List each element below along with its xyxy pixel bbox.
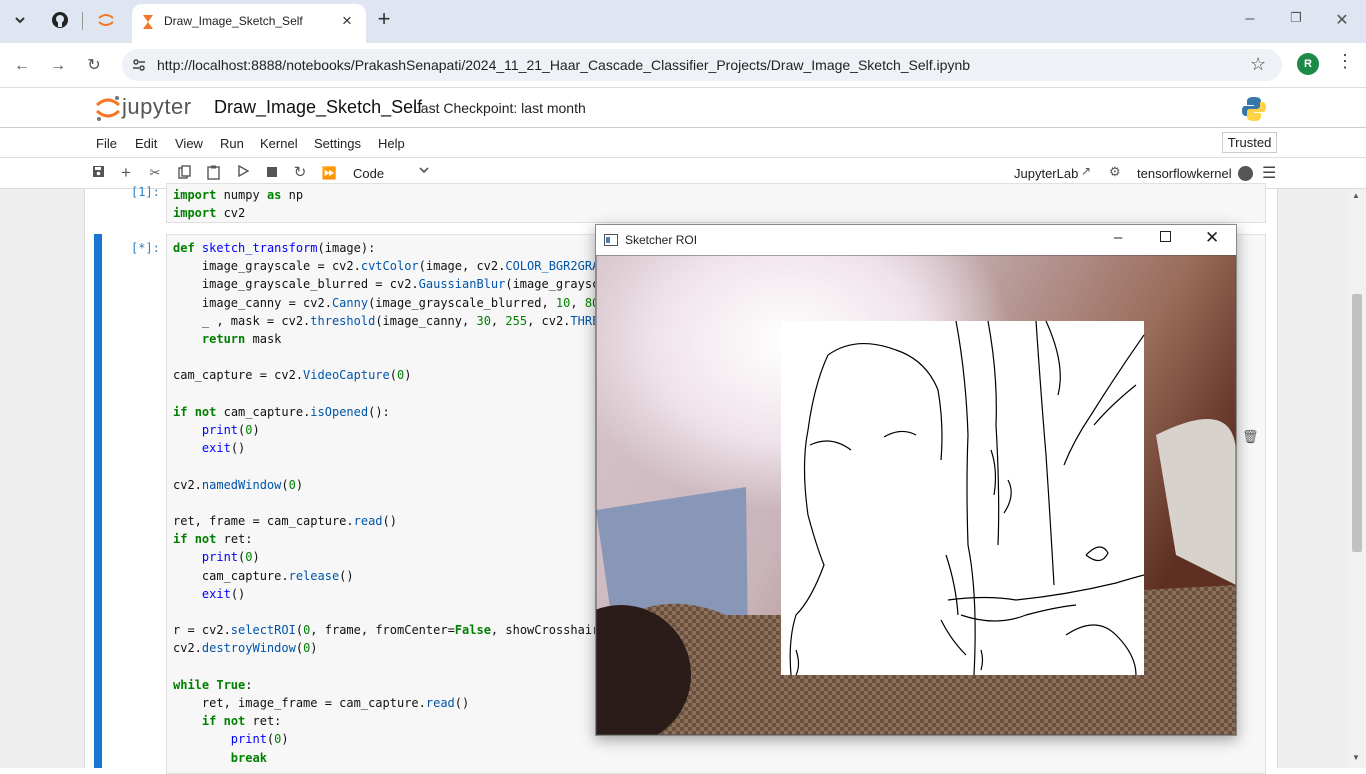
- github-pinned-tab[interactable]: [46, 6, 74, 34]
- notebook-title[interactable]: Draw_Image_Sketch_Self: [214, 97, 422, 118]
- menu-icon[interactable]: ☰: [1262, 163, 1276, 183]
- cell-prompt: [1]:: [131, 185, 160, 199]
- copy-icon[interactable]: [176, 165, 192, 181]
- chevron-down-icon[interactable]: [418, 164, 430, 179]
- add-cell-icon[interactable]: +: [118, 164, 134, 181]
- bug-icon[interactable]: ⚙: [1109, 164, 1121, 180]
- opencv-titlebar[interactable]: Sketcher ROI – ✕: [596, 225, 1236, 255]
- menu-settings[interactable]: Settings: [314, 136, 361, 151]
- browser-tab-strip: Draw_Image_Sketch_Self × + – ❐ ✕: [0, 0, 1366, 44]
- code-text: import numpy as np import cv2: [167, 184, 1265, 222]
- cv-maximize-button[interactable]: [1160, 231, 1171, 242]
- code-cell-1[interactable]: [1]: import numpy as np import cv2: [85, 183, 1279, 225]
- cv-minimize-button[interactable]: –: [1114, 229, 1122, 246]
- restore-window-button[interactable]: ❐: [1286, 10, 1306, 26]
- opencv-window-title: Sketcher ROI: [625, 233, 698, 247]
- forward-button[interactable]: →: [45, 53, 71, 79]
- minimize-window-button[interactable]: –: [1240, 10, 1260, 28]
- site-info-icon: [133, 59, 145, 71]
- menu-view[interactable]: View: [175, 136, 203, 151]
- tab-separator: [82, 12, 83, 30]
- tab-title: Draw_Image_Sketch_Self: [164, 14, 303, 28]
- jupyter-logo-text[interactable]: jupyter: [122, 94, 192, 120]
- page-scrollbar[interactable]: ▲ ▼: [1348, 189, 1366, 768]
- hourglass-icon: [143, 15, 153, 29]
- menu-bar: File Edit View Run Kernel Settings Help …: [0, 129, 1366, 158]
- address-bar-row: ← → ↻ http://localhost:8888/notebooks/Pr…: [0, 43, 1366, 88]
- tab-search-button[interactable]: [6, 6, 34, 34]
- save-icon[interactable]: [90, 165, 106, 181]
- active-tab[interactable]: Draw_Image_Sketch_Self ×: [132, 4, 366, 44]
- menu-file[interactable]: File: [96, 136, 117, 151]
- jupyter-icon: [98, 14, 114, 26]
- close-window-button[interactable]: ✕: [1332, 10, 1352, 30]
- external-link-icon: ↗: [1081, 164, 1092, 178]
- restart-icon[interactable]: ↻: [292, 165, 308, 181]
- reload-button[interactable]: ↻: [81, 53, 107, 79]
- webcam-frame-image: [596, 255, 1236, 735]
- chevron-down-icon: [15, 17, 25, 24]
- opencv-window[interactable]: Sketcher ROI – ✕: [595, 224, 1237, 736]
- cut-icon[interactable]: ✂: [147, 165, 163, 181]
- paste-icon[interactable]: [205, 165, 221, 181]
- cell-prompt: [*]:: [131, 241, 160, 255]
- kernel-name[interactable]: tensorflowkernel: [1137, 166, 1232, 181]
- browser-menu-button[interactable]: ⋮: [1336, 51, 1354, 72]
- trusted-indicator[interactable]: Trusted: [1222, 132, 1277, 153]
- cell-type-select[interactable]: Code: [353, 166, 384, 181]
- stop-icon[interactable]: [264, 165, 280, 181]
- jupyterlab-link[interactable]: JupyterLab: [1014, 166, 1078, 181]
- jupyter-logo-icon: [95, 96, 121, 121]
- github-icon: [52, 12, 68, 28]
- url-bar[interactable]: http://localhost:8888/notebooks/PrakashS…: [122, 49, 1282, 81]
- window-icon: [604, 234, 618, 246]
- checkpoint-status: Last Checkpoint: last month: [413, 100, 586, 116]
- cell-editor[interactable]: import numpy as np import cv2: [166, 183, 1266, 223]
- run-icon[interactable]: [235, 164, 251, 181]
- code-line: import numpy as np: [173, 188, 304, 202]
- star-icon[interactable]: ☆: [1250, 54, 1266, 75]
- avatar[interactable]: R: [1297, 53, 1319, 75]
- scroll-down-icon[interactable]: ▼: [1352, 753, 1360, 762]
- cv-close-button[interactable]: ✕: [1205, 228, 1219, 248]
- trash-icon[interactable]: 🗑: [1242, 429, 1259, 445]
- code-line: break: [230, 750, 267, 765]
- menu-edit[interactable]: Edit: [135, 136, 157, 151]
- jupyter-header: jupyter Draw_Image_Sketch_Self Last Chec…: [0, 88, 1366, 128]
- scrollbar-thumb[interactable]: [1352, 294, 1362, 552]
- new-tab-button[interactable]: +: [372, 8, 396, 32]
- code-line: import cv2: [173, 206, 246, 221]
- python-logo-icon: [1242, 97, 1266, 121]
- scroll-up-icon[interactable]: ▲: [1352, 191, 1360, 200]
- fast-forward-icon[interactable]: ⏩: [321, 165, 337, 181]
- kernel-status-icon: [1238, 166, 1253, 181]
- menu-run[interactable]: Run: [220, 136, 244, 151]
- url-text: http://localhost:8888/notebooks/PrakashS…: [157, 57, 971, 73]
- menu-kernel[interactable]: Kernel: [260, 136, 298, 151]
- sketch-roi-area: [781, 321, 1144, 675]
- back-button[interactable]: ←: [9, 53, 35, 79]
- menu-help[interactable]: Help: [378, 136, 405, 151]
- close-icon[interactable]: ×: [338, 12, 356, 30]
- jupyter-pinned-tab[interactable]: [92, 6, 120, 34]
